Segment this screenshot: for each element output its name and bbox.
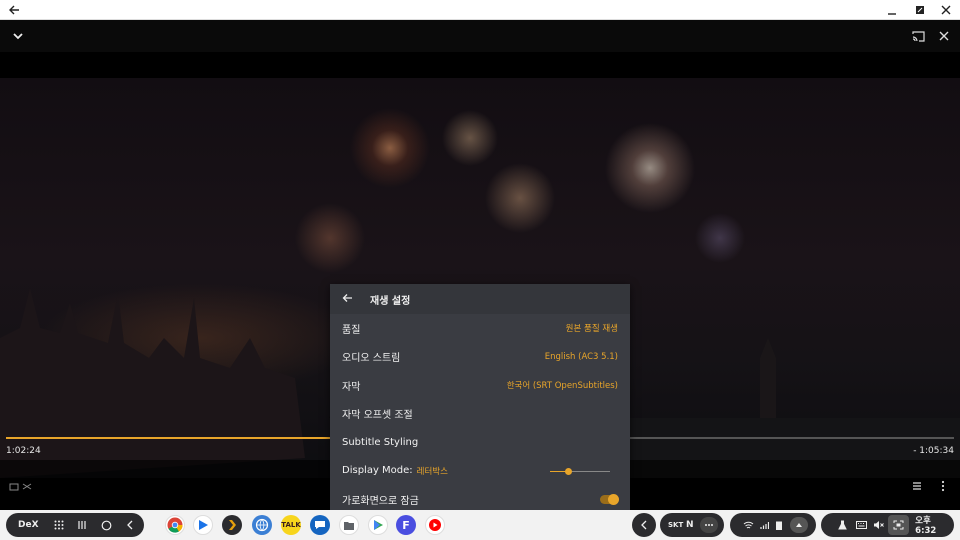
setting-value: English (AC3 5.1)	[544, 351, 618, 362]
setting-label: 가로화면으로 잠금	[342, 495, 419, 507]
messages-app-icon[interactable]	[310, 515, 330, 535]
dex-window: 1:02:24 - 1:05:34 재생 설정 품질 원본 품질 재생 오디오 …	[0, 0, 960, 540]
flask-icon[interactable]	[833, 513, 853, 537]
play-store-app-icon[interactable]	[193, 515, 213, 535]
resize-icon[interactable]	[908, 0, 932, 20]
arrow-left-icon[interactable]	[2, 0, 26, 20]
minimize-icon[interactable]	[880, 0, 904, 20]
player-close-icon[interactable]	[930, 20, 958, 52]
expand-up-icon[interactable]	[790, 517, 808, 533]
setting-audio-stream[interactable]: 오디오 스트림 English (AC3 5.1)	[330, 343, 630, 372]
browser-app-icon[interactable]	[252, 515, 272, 535]
playlist-icon[interactable]	[909, 478, 927, 494]
f-app-icon[interactable]: F	[396, 515, 416, 535]
files-app-icon[interactable]	[339, 515, 359, 535]
shuffle-icon[interactable]	[18, 478, 36, 494]
signal-icon	[756, 513, 772, 537]
remaining-time: - 1:05:34	[913, 446, 954, 456]
netflix-notification: N	[686, 520, 694, 530]
settings-title: 재생 설정	[370, 295, 411, 307]
apps-grid-icon[interactable]	[48, 513, 70, 537]
setting-subtitles[interactable]: 자막 한국어 (SRT OpenSubtitles)	[330, 371, 630, 400]
plex-app-icon[interactable]	[222, 515, 242, 535]
screen-capture-icon[interactable]	[887, 515, 910, 535]
battery-icon	[772, 513, 786, 537]
clock[interactable]: 오후 6:32	[915, 514, 954, 536]
setting-value: 원본 품질 재생	[565, 324, 618, 335]
settings-header: 재생 설정	[330, 284, 630, 314]
google-play-app-icon[interactable]	[368, 515, 388, 535]
dex-taskbar: DeX TALK F SKT N 오후 6:32	[0, 510, 960, 540]
kakaotalk-app-icon[interactable]: TALK	[281, 515, 301, 535]
dex-button[interactable]: DeX	[18, 520, 48, 530]
mute-icon[interactable]	[870, 513, 888, 537]
setting-quality[interactable]: 품질 원본 품질 재생	[330, 314, 630, 343]
setting-label: 자막 오프셋 조절	[342, 410, 413, 422]
back-icon[interactable]	[118, 513, 142, 537]
nav-pill: DeX	[6, 513, 144, 537]
more-horiz-icon[interactable]	[700, 517, 718, 533]
status-pill[interactable]	[730, 513, 816, 537]
youtube-music-app-icon[interactable]	[425, 515, 445, 535]
chevron-down-icon[interactable]	[4, 20, 32, 52]
setting-subtitle-styling[interactable]: Subtitle Styling	[330, 428, 630, 457]
display-mode-slider[interactable]	[550, 467, 610, 475]
toggle-knob	[608, 494, 619, 505]
setting-label: Display Mode:	[342, 465, 413, 477]
setting-subtitle-offset[interactable]: 자막 오프셋 조절	[330, 400, 630, 429]
cast-icon[interactable]	[904, 20, 932, 52]
setting-value: 한국어 (SRT OpenSubtitles)	[506, 381, 618, 392]
setting-value: 레터박스	[416, 466, 448, 477]
window-title-bar	[0, 0, 960, 20]
settings-back-icon[interactable]	[342, 292, 358, 306]
home-icon[interactable]	[94, 513, 118, 537]
wifi-icon	[740, 513, 756, 537]
close-icon[interactable]	[934, 0, 958, 20]
more-vert-icon[interactable]	[934, 478, 952, 494]
collapse-pill[interactable]	[632, 513, 656, 537]
playback-settings-panel: 재생 설정 품질 원본 품질 재생 오디오 스트림 English (AC3 5…	[330, 284, 630, 510]
chrome-app-icon[interactable]	[165, 515, 185, 535]
notification-pill[interactable]: SKT N	[660, 513, 724, 537]
setting-label: 오디오 스트림	[342, 353, 401, 365]
landscape-lock-toggle[interactable]	[600, 494, 619, 505]
setting-display-mode[interactable]: Display Mode: 레터박스	[330, 457, 630, 486]
recents-icon[interactable]	[70, 513, 94, 537]
chevron-left-icon	[640, 513, 648, 537]
quick-settings-pill[interactable]: 오후 6:32	[821, 513, 954, 537]
elapsed-time: 1:02:24	[6, 446, 41, 456]
keyboard-icon[interactable]	[853, 513, 871, 537]
setting-label: Subtitle Styling	[342, 436, 419, 448]
setting-label: 자막	[342, 381, 361, 393]
carrier-label: SKT	[668, 521, 684, 529]
slider-thumb[interactable]	[564, 467, 572, 475]
setting-label: 품질	[342, 324, 361, 336]
player-top-bar	[0, 20, 960, 52]
